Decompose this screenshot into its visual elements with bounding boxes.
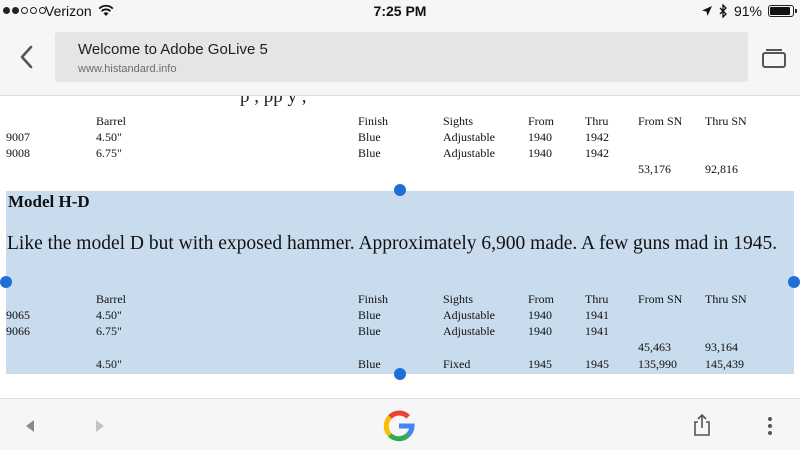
browser-toolbar: Welcome to Adobe GoLive 5 www.histandard… — [0, 24, 800, 96]
cell-sights: Adjustable — [443, 146, 495, 160]
selection-handle-right[interactable] — [788, 276, 800, 288]
header-sights: Sights — [443, 114, 474, 128]
battery-percent: 91% — [733, 3, 762, 19]
share-icon[interactable] — [692, 413, 712, 437]
header-finish: Finish — [358, 292, 389, 306]
page-url: www.histandard.info — [78, 63, 177, 75]
cell-from: 1940 — [528, 146, 552, 160]
selection-handle-left[interactable] — [0, 276, 12, 288]
cell-thru: 1942 — [585, 130, 609, 144]
header-from-sn: From SN — [638, 292, 683, 306]
header-from: From — [528, 114, 555, 128]
header-thru-sn: Thru SN — [705, 292, 747, 306]
header-from-sn: From SN — [638, 114, 683, 128]
battery-icon — [768, 5, 797, 17]
table-row: 9007 4.50" Blue Adjustable 1940 1942 — [0, 130, 800, 146]
table-row: 9008 6.75" Blue Adjustable 1940 1942 — [0, 146, 800, 162]
address-bar[interactable]: Welcome to Adobe GoLive 5 www.histandard… — [55, 32, 748, 82]
table-row: 45,463 93,164 — [0, 340, 800, 356]
cell-barrel: 4.50" — [96, 308, 122, 322]
header-sights: Sights — [443, 292, 474, 306]
header-barrel: Barrel — [96, 114, 126, 128]
cell-from: 1940 — [528, 324, 552, 338]
table-header-row: Barrel Finish Sights From Thru From SN T… — [0, 114, 800, 130]
cell-from-sn: 53,176 — [638, 162, 671, 176]
cell-thru-sn: 145,439 — [705, 357, 744, 371]
page-title: Welcome to Adobe GoLive 5 — [78, 41, 268, 58]
cell-sights: Fixed — [443, 357, 471, 371]
bluetooth-icon — [719, 4, 727, 18]
cell-from: 1940 — [528, 130, 552, 144]
selection-handle-top[interactable] — [394, 184, 406, 196]
cell-finish: Blue — [358, 146, 381, 160]
google-g-icon[interactable] — [382, 409, 416, 443]
table-header-row: Barrel Finish Sights From Thru From SN T… — [0, 292, 800, 308]
cell-finish: Blue — [358, 357, 381, 371]
cell-thru-sn: 92,816 — [705, 162, 738, 176]
header-thru: Thru — [585, 114, 609, 128]
cell-from-sn: 135,990 — [638, 357, 677, 371]
table-row: 9066 6.75" Blue Adjustable 1940 1941 — [0, 324, 800, 340]
tab-switcher-icon[interactable] — [761, 46, 787, 70]
cell-from: 1945 — [528, 357, 552, 371]
location-arrow-icon — [701, 6, 712, 16]
status-bar: Verizon 7:25 PM 91% — [0, 0, 800, 24]
cell-barrel: 6.75" — [96, 324, 122, 338]
header-from: From — [528, 292, 555, 306]
cell-from: 1940 — [528, 308, 552, 322]
model-description: Like the model D but with exposed hammer… — [7, 233, 778, 254]
cell-thru: 1942 — [585, 146, 609, 160]
triangle-right-icon[interactable] — [94, 419, 106, 433]
cell-finish: Blue — [358, 130, 381, 144]
header-barrel: Barrel — [96, 292, 126, 306]
cell-model: 9007 — [6, 130, 30, 144]
model-heading: Model H-D — [8, 192, 90, 211]
header-thru-sn: Thru SN — [705, 114, 747, 128]
bottom-toolbar — [0, 398, 800, 450]
web-page-content: p , pp y , Barrel Finish Sights From Thr… — [0, 96, 800, 398]
triangle-left-icon[interactable] — [24, 419, 36, 433]
cell-finish: Blue — [358, 324, 381, 338]
cell-finish: Blue — [358, 308, 381, 322]
cell-thru-sn: 93,164 — [705, 340, 738, 354]
cell-sights: Adjustable — [443, 130, 495, 144]
cell-model: 9065 — [6, 308, 30, 322]
cell-sights: Adjustable — [443, 308, 495, 322]
cell-barrel: 6.75" — [96, 146, 122, 160]
more-vertical-icon[interactable] — [766, 416, 774, 436]
cell-sights: Adjustable — [443, 324, 495, 338]
cell-thru: 1945 — [585, 357, 609, 371]
header-thru: Thru — [585, 292, 609, 306]
cell-model: 9008 — [6, 146, 30, 160]
table-row: 53,176 92,816 — [0, 162, 800, 178]
selection-handle-bottom[interactable] — [394, 368, 406, 380]
cell-thru: 1941 — [585, 324, 609, 338]
cell-barrel: 4.50" — [96, 357, 122, 371]
clock: 7:25 PM — [373, 3, 427, 19]
cell-barrel: 4.50" — [96, 130, 122, 144]
cell-model: 9066 — [6, 324, 30, 338]
cell-from-sn: 45,463 — [638, 340, 671, 354]
back-button[interactable] — [14, 42, 40, 72]
cell-thru: 1941 — [585, 308, 609, 322]
clipped-text-line: p , pp y , — [240, 96, 307, 107]
header-finish: Finish — [358, 114, 389, 128]
table-row: 9065 4.50" Blue Adjustable 1940 1941 — [0, 308, 800, 324]
